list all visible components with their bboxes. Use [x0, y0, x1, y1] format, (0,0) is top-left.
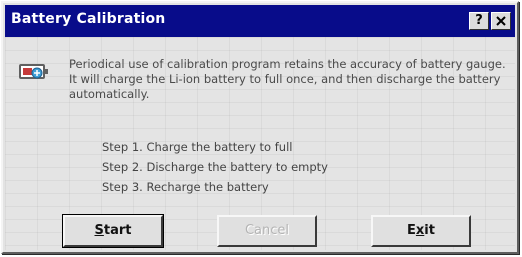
step-1: Step 1. Charge the battery to full — [102, 140, 293, 154]
start-button[interactable]: Start — [62, 214, 164, 248]
step-3: Step 3. Recharge the battery — [102, 180, 269, 194]
description-text: Periodical use of calibration program re… — [69, 57, 506, 101]
dialog-content: Periodical use of calibration program re… — [5, 37, 515, 250]
exit-label-head: E — [407, 223, 416, 238]
start-mnemonic: S — [94, 223, 104, 238]
battery-calibration-icon — [19, 64, 48, 79]
start-label-rest: tart — [103, 223, 132, 238]
step-2: Step 2. Discharge the battery to empty — [102, 160, 328, 174]
cancel-button[interactable]: Cancel — [217, 215, 317, 247]
exit-button[interactable]: Exit — [371, 215, 471, 247]
close-button[interactable] — [491, 12, 511, 30]
title-bar[interactable]: Battery Calibration ? — [5, 5, 515, 37]
steps-list: Step 1. Charge the battery to full Step … — [102, 137, 328, 197]
close-icon — [496, 16, 506, 26]
exit-label-rest: it — [424, 223, 435, 238]
window-title: Battery Calibration — [11, 11, 166, 27]
help-button[interactable]: ? — [469, 12, 489, 30]
battery-calibration-dialog: Battery Calibration ? Periodical use of … — [1, 1, 519, 254]
